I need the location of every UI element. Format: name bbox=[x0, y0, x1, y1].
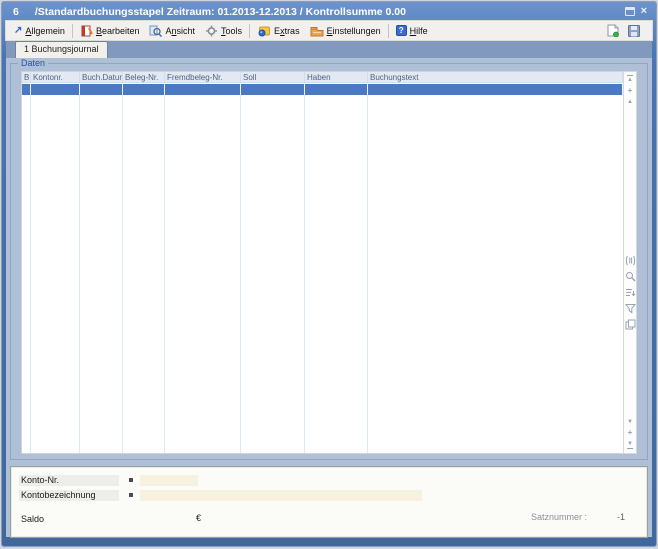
account-detail-panel: Konto-Nr. Kontobezeichnung Saldo € Satzn… bbox=[10, 466, 648, 538]
menu-separator bbox=[388, 24, 389, 38]
scroll-down-icon[interactable]: ▼ bbox=[627, 419, 633, 425]
help-icon: ? bbox=[396, 25, 407, 36]
body-column-fremdbeleg-nr- bbox=[165, 95, 241, 453]
tab-buchungsjournal[interactable]: 1 Buchungsjournal bbox=[15, 41, 108, 58]
currency-symbol: € bbox=[196, 513, 201, 523]
move-record-icon[interactable]: + bbox=[628, 429, 633, 437]
selected-row-cell[interactable] bbox=[80, 84, 123, 95]
selected-row-cell[interactable] bbox=[305, 84, 368, 95]
menu-item-extras[interactable]: Extras bbox=[252, 23, 305, 39]
menu-separator bbox=[72, 24, 73, 38]
menu-item-label: Bearbeiten bbox=[96, 26, 140, 36]
field-link-icon bbox=[129, 493, 133, 497]
selected-row-cell[interactable] bbox=[22, 84, 31, 95]
konto-row: Konto-Nr. bbox=[19, 474, 198, 486]
extras-box-icon bbox=[257, 25, 271, 37]
body-column-soll bbox=[241, 95, 305, 453]
menu-item-label: Extras bbox=[274, 26, 300, 36]
saldo-label: Saldo bbox=[19, 514, 119, 525]
scroll-strip-tools bbox=[625, 255, 636, 330]
satznummer-label: Satznummer : bbox=[531, 512, 587, 522]
satznummer: Satznummer : -1 bbox=[531, 512, 625, 522]
menu-items: ↗Allgemein Bearbeiten Ansicht Tools Extras Ei… bbox=[9, 23, 433, 39]
restore-icon[interactable] bbox=[625, 7, 635, 16]
menu-item-label: Ansicht bbox=[165, 26, 195, 36]
menu-bar: ↗Allgemein Bearbeiten Ansicht Tools Extras Ei… bbox=[5, 20, 653, 41]
title-bar: 6 /Standardbuchungsstapel Zeitraum: 01.2… bbox=[4, 4, 654, 19]
kontobezeichnung-row: Kontobezeichnung bbox=[19, 489, 422, 501]
menu-item-bearbeiten[interactable]: Bearbeiten bbox=[75, 23, 145, 39]
menu-item-label: Hilfe bbox=[410, 26, 428, 36]
konto-nr-input[interactable] bbox=[140, 475, 198, 486]
content-area: 1 Buchungsjournal Daten BKontonr.Buch.Da… bbox=[6, 41, 652, 537]
scroll-strip-top: ▲ + ▲ bbox=[627, 72, 633, 105]
column-header-fremdbeleg-nr-[interactable]: Fremdbeleg-Nr. bbox=[165, 72, 241, 82]
menu-item-einstellungen[interactable]: Einstellungen bbox=[305, 23, 386, 39]
window-title: /Standardbuchungsstapel Zeitraum: 01.201… bbox=[19, 6, 406, 18]
table-body[interactable] bbox=[22, 95, 623, 453]
body-column-beleg-nr- bbox=[123, 95, 165, 453]
column-header-b[interactable]: B bbox=[22, 72, 31, 82]
groupbox-label: Daten bbox=[18, 58, 48, 68]
scroll-to-top-icon[interactable]: ▲ bbox=[627, 75, 633, 83]
selected-row-cell[interactable] bbox=[368, 84, 623, 95]
column-header-buch-datum[interactable]: Buch.Datum bbox=[80, 72, 123, 82]
column-header-soll[interactable]: Soll bbox=[241, 72, 305, 82]
menu-item-label: Einstellungen bbox=[327, 26, 381, 36]
filter-icon[interactable] bbox=[625, 303, 636, 314]
scroll-strip-bottom: ▼ + ▼ bbox=[627, 419, 633, 453]
edit-book-icon bbox=[80, 25, 93, 37]
settings-folder-icon bbox=[310, 25, 324, 37]
field-link-icon bbox=[129, 478, 133, 482]
column-header-beleg-nr-[interactable]: Beleg-Nr. bbox=[123, 72, 165, 82]
selected-row-cell[interactable] bbox=[165, 84, 241, 95]
body-column-b bbox=[22, 95, 31, 453]
scroll-up-icon[interactable]: ▲ bbox=[627, 99, 633, 105]
daten-groupbox: Daten BKontonr.Buch.DatumBeleg-Nr.Fremdb… bbox=[10, 63, 648, 460]
arrow-up-right-icon: ↗ bbox=[14, 25, 22, 36]
window-id: 6 bbox=[4, 6, 19, 18]
menu-item-ansicht[interactable]: Ansicht bbox=[144, 23, 200, 39]
menu-item-hilfe[interactable]: ?Hilfe bbox=[391, 23, 433, 38]
body-column-haben bbox=[305, 95, 368, 453]
table-header-row: BKontonr.Buch.DatumBeleg-Nr.Fremdbeleg-N… bbox=[22, 72, 623, 83]
kontobezeichnung-label: Kontobezeichnung bbox=[19, 490, 119, 501]
close-icon[interactable]: × bbox=[641, 7, 647, 16]
copy-icon[interactable] bbox=[625, 319, 636, 330]
magnifier-doc-icon bbox=[149, 25, 162, 37]
sort-icon[interactable] bbox=[625, 287, 636, 298]
document-check-icon[interactable] bbox=[607, 24, 619, 37]
search-icon[interactable] bbox=[625, 271, 636, 282]
table-scroll-strip: ▲ + ▲ bbox=[623, 71, 637, 454]
column-header-haben[interactable]: Haben bbox=[305, 72, 368, 82]
selected-row-cell[interactable] bbox=[31, 84, 80, 95]
main-panel: Daten BKontonr.Buch.DatumBeleg-Nr.Fremdb… bbox=[6, 58, 652, 537]
column-header-buchungstext[interactable]: Buchungstext bbox=[368, 72, 623, 82]
menu-item-tools[interactable]: Tools bbox=[200, 23, 247, 39]
move-record-icon[interactable]: + bbox=[628, 87, 633, 95]
menu-item-label: Allgemein bbox=[25, 26, 65, 36]
menu-right-toolbar bbox=[607, 24, 649, 37]
satznummer-value: -1 bbox=[617, 512, 625, 522]
konto-nr-label: Konto-Nr. bbox=[19, 475, 119, 486]
selected-row-cell[interactable] bbox=[123, 84, 165, 95]
body-column-kontonr- bbox=[31, 95, 80, 453]
save-icon[interactable] bbox=[628, 25, 640, 37]
selected-row-cell[interactable] bbox=[241, 84, 305, 95]
journal-table[interactable]: BKontonr.Buch.DatumBeleg-Nr.Fremdbeleg-N… bbox=[21, 71, 624, 454]
menu-item-allgemein[interactable]: ↗Allgemein bbox=[9, 23, 70, 38]
columns-icon[interactable] bbox=[625, 255, 636, 266]
menu-item-label: Tools bbox=[221, 26, 242, 36]
column-header-kontonr-[interactable]: Kontonr. bbox=[31, 72, 80, 82]
app-window: 6 /Standardbuchungsstapel Zeitraum: 01.2… bbox=[1, 1, 657, 547]
kontobezeichnung-input[interactable] bbox=[140, 490, 422, 501]
body-column-buch-datum bbox=[80, 95, 123, 453]
selected-table-row[interactable] bbox=[22, 84, 623, 95]
menu-separator bbox=[249, 24, 250, 38]
gear-icon bbox=[205, 25, 218, 37]
scroll-to-bottom-icon[interactable]: ▼ bbox=[627, 441, 633, 449]
window-controls: × bbox=[625, 7, 654, 16]
body-column-buchungstext bbox=[368, 95, 623, 453]
